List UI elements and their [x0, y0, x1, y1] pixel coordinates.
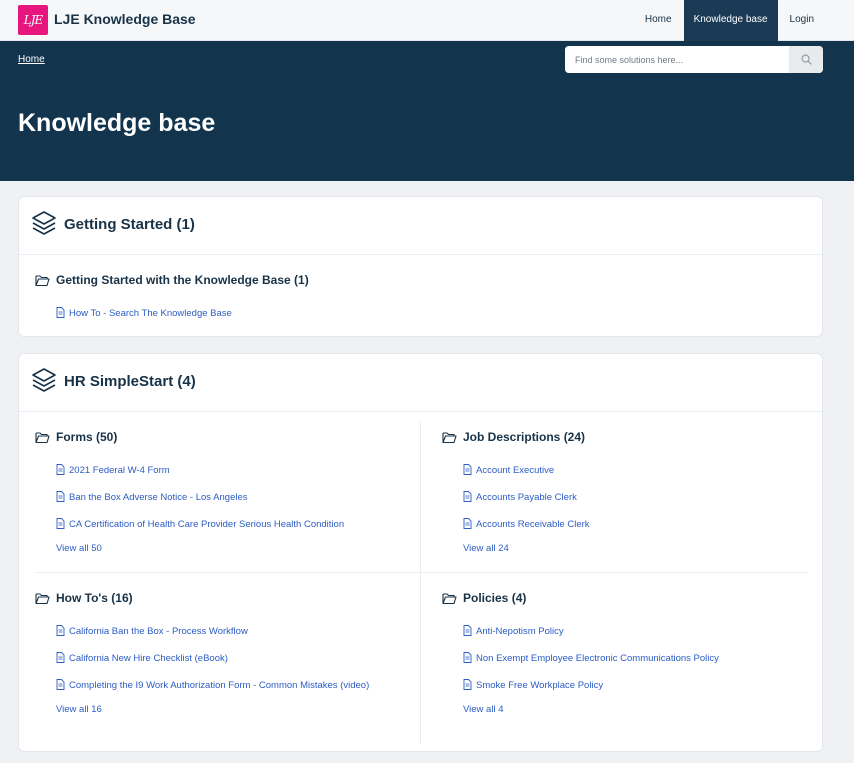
- folder-title[interactable]: Policies (4): [463, 591, 526, 605]
- breadcrumb-home[interactable]: Home: [18, 54, 45, 65]
- document-icon: [463, 518, 472, 529]
- document-icon: [463, 652, 472, 663]
- document-icon: [56, 652, 65, 663]
- article-title: How To - Search The Knowledge Base: [69, 308, 232, 319]
- hero-banner: Home Knowledge base: [0, 41, 854, 181]
- column-divider: [420, 422, 421, 744]
- article-title: Non Exempt Employee Electronic Communica…: [476, 653, 719, 664]
- document-icon: [56, 491, 65, 502]
- folder-policies: Policies (4) Anti-Nepotism Policy Non Exem…: [442, 590, 812, 715]
- folder-open-icon: [35, 432, 50, 444]
- nav-login[interactable]: Login: [778, 0, 854, 41]
- search-icon: [801, 54, 812, 65]
- folder-title[interactable]: Getting Started with the Knowledge Base …: [56, 273, 309, 287]
- article-title: CA Certification of Health Care Provider…: [69, 519, 345, 530]
- view-all-link[interactable]: View all 4: [463, 704, 504, 715]
- article-title: Completing the I9 Work Authorization For…: [69, 680, 370, 691]
- site-logo[interactable]: LJE: [18, 5, 48, 35]
- page-title: Knowledge base: [18, 109, 216, 137]
- category-header: Getting Started (1): [19, 197, 822, 255]
- document-icon: [56, 464, 65, 475]
- top-navbar: LJE LJE Knowledge Base Home Knowledge ba…: [0, 0, 854, 41]
- document-icon: [56, 307, 65, 318]
- folder-open-icon: [442, 432, 457, 444]
- nav-home[interactable]: Home: [633, 0, 684, 41]
- article-title: Anti-Nepotism Policy: [476, 626, 564, 637]
- folder-forms: Forms (50) 2021 Federal W-4 Form Ban the B…: [35, 429, 405, 554]
- article-title: Account Executive: [476, 465, 555, 476]
- article-title: Accounts Payable Clerk: [476, 492, 577, 503]
- article-title: 2021 Federal W-4 Form: [69, 465, 170, 476]
- document-icon: [463, 679, 472, 690]
- folder-header: Policies (4): [442, 590, 812, 608]
- article-title: Ban the Box Adverse Notice - Los Angeles: [69, 492, 248, 503]
- article-title: California New Hire Checklist (eBook): [69, 653, 228, 664]
- folder-title[interactable]: Forms (50): [56, 430, 117, 444]
- article-title: California Ban the Box - Process Workflo…: [69, 626, 248, 637]
- view-all-link[interactable]: View all 24: [463, 543, 509, 554]
- article-title: Accounts Receivable Clerk: [476, 519, 590, 530]
- site-title[interactable]: LJE Knowledge Base: [54, 11, 196, 27]
- layers-icon: [32, 368, 56, 392]
- category-header: HR SimpleStart (4): [19, 354, 822, 412]
- folder-header: Forms (50): [35, 429, 405, 447]
- category-card-hr-simplestart: HR SimpleStart (4) Forms (50) 2021 Federa…: [18, 353, 823, 752]
- document-icon: [463, 625, 472, 636]
- view-all-link[interactable]: View all 50: [56, 543, 102, 554]
- category-card-getting-started: Getting Started (1) Getting Started with…: [18, 196, 823, 337]
- document-icon: [56, 679, 65, 690]
- folder-how-tos: How To's (16) California Ban the Box - Pr…: [35, 590, 405, 715]
- view-all-link[interactable]: View all 16: [56, 704, 102, 715]
- category-title[interactable]: HR SimpleStart (4): [64, 373, 196, 390]
- category-title[interactable]: Getting Started (1): [64, 216, 195, 233]
- search-box: [565, 46, 823, 73]
- folder-open-icon: [442, 593, 457, 605]
- folder-open-icon: [35, 275, 50, 287]
- folder-header: How To's (16): [35, 590, 405, 608]
- search-button[interactable]: [789, 46, 823, 73]
- row-divider: [35, 572, 420, 573]
- folder-header: Job Descriptions (24): [442, 429, 812, 447]
- document-icon: [56, 518, 65, 529]
- search-input[interactable]: [565, 46, 789, 73]
- folder-title[interactable]: How To's (16): [56, 591, 133, 605]
- logo-text: LJE: [23, 13, 44, 27]
- article-title: Smoke Free Workplace Policy: [476, 680, 604, 691]
- folder-job-descriptions: Job Descriptions (24) Account Executive Ac…: [442, 429, 812, 554]
- main-nav: Home Knowledge base Login: [633, 0, 854, 41]
- layers-icon: [32, 211, 56, 235]
- folder-header: Getting Started with the Knowledge Base …: [35, 272, 405, 290]
- folder-open-icon: [35, 593, 50, 605]
- folder-getting-started: Getting Started with the Knowledge Base …: [35, 272, 405, 319]
- document-icon: [463, 491, 472, 502]
- document-icon: [463, 464, 472, 475]
- row-divider: [421, 572, 808, 573]
- document-icon: [56, 625, 65, 636]
- folder-title[interactable]: Job Descriptions (24): [463, 430, 585, 444]
- nav-knowledge-base[interactable]: Knowledge base: [683, 0, 778, 41]
